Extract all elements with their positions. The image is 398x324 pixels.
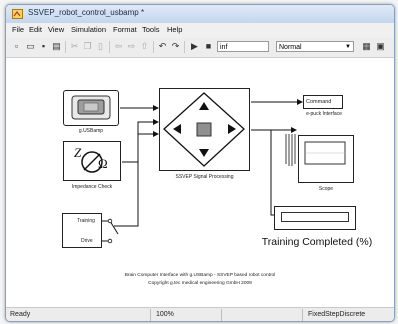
training-progress-field <box>281 212 349 222</box>
stop-icon[interactable]: ■ <box>203 41 214 52</box>
forward-icon[interactable]: ⇨ <box>126 41 137 52</box>
status-text: Ready <box>10 311 31 318</box>
redo-icon[interactable]: ↷ <box>170 41 181 52</box>
scope-block[interactable] <box>298 135 354 183</box>
simulation-mode-value: Normal <box>279 44 302 51</box>
back-icon[interactable]: ⇦ <box>113 41 124 52</box>
model-description-line2: Copyright g.tec medical engineering GmbH… <box>148 281 252 286</box>
menu-edit[interactable]: Edit <box>29 25 42 34</box>
epuck-interface-block[interactable]: Command <box>303 95 343 109</box>
undo-icon[interactable]: ↶ <box>157 41 168 52</box>
menu-view[interactable]: View <box>48 25 64 34</box>
menu-file[interactable]: File <box>12 25 24 34</box>
stop-time-field[interactable]: inf <box>217 41 269 52</box>
paste-icon[interactable]: ▯ <box>95 41 106 52</box>
open-icon[interactable]: ▭ <box>25 41 36 52</box>
scope-label: Scope <box>318 186 334 192</box>
ssvep-processing-block[interactable] <box>159 88 250 171</box>
model-description-line1: Brain Computer Interface with g.USBamp -… <box>124 273 276 278</box>
menu-simulation[interactable]: Simulation <box>71 25 106 34</box>
save-icon[interactable]: ▪ <box>38 41 49 52</box>
drive-label: Drive <box>81 238 93 244</box>
impedance-check-label: Impedance Check <box>71 184 113 190</box>
command-label: Command <box>306 99 332 105</box>
menu-help[interactable]: Help <box>167 25 182 34</box>
zoom-level: 100% <box>156 311 174 318</box>
usbamp-device-icon <box>71 95 111 120</box>
solver-name: FixedStepDiscrete <box>308 311 366 318</box>
title-bar: SSVEP_robot_control_usbamp * <box>6 5 394 23</box>
mode-constants-block[interactable]: Training Drive <box>62 213 102 248</box>
scope-display-icon <box>304 141 346 165</box>
ssvep-processing-label: SSVEP Signal Processing <box>175 174 234 180</box>
new-icon[interactable]: ▫ <box>11 41 22 52</box>
library-icon[interactable]: ▦ <box>361 41 372 52</box>
simulink-window: SSVEP_robot_control_usbamp * File Edit V… <box>5 4 395 322</box>
toolbar: ▫ ▭ ▪ ▤ ✂ ❐ ▯ ⇦ ⇨ ⇧ ↶ ↷ ▶ ■ inf Normal ▼… <box>6 38 394 58</box>
training-progress-display[interactable] <box>274 206 356 230</box>
usbamp-block[interactable] <box>63 90 119 126</box>
cut-icon[interactable]: ✂ <box>69 41 80 52</box>
training-completed-label: Training Completed (%) <box>261 236 373 248</box>
menu-bar: File Edit View Simulation Format Tools H… <box>6 23 394 38</box>
copy-icon[interactable]: ❐ <box>82 41 93 52</box>
impedance-check-block[interactable]: Z Ω <box>63 141 121 181</box>
impedance-icon: Z Ω <box>74 145 108 173</box>
model-canvas[interactable]: g.USBamp Z Ω Impedance Check Training Dr… <box>6 58 394 306</box>
training-label: Training <box>77 218 95 224</box>
play-icon[interactable]: ▶ <box>189 41 200 52</box>
menu-tools[interactable]: Tools <box>142 25 160 34</box>
svg-text:Z: Z <box>74 145 82 160</box>
window-title: SSVEP_robot_control_usbamp * <box>28 8 145 17</box>
simulink-app-icon <box>12 9 23 19</box>
usbamp-label: g.USBamp <box>78 128 104 134</box>
epuck-interface-label: e-puck Interface <box>306 111 342 117</box>
ssvep-diamond-icon <box>163 92 245 167</box>
status-bar: Ready 100% FixedStepDiscrete <box>6 307 394 321</box>
menu-format[interactable]: Format <box>113 25 137 34</box>
model-explorer-icon[interactable]: ▣ <box>375 41 386 52</box>
simulation-mode-select[interactable]: Normal ▼ <box>276 41 354 52</box>
chevron-down-icon: ▼ <box>345 44 351 50</box>
print-icon[interactable]: ▤ <box>51 41 62 52</box>
up-icon[interactable]: ⇧ <box>139 41 150 52</box>
